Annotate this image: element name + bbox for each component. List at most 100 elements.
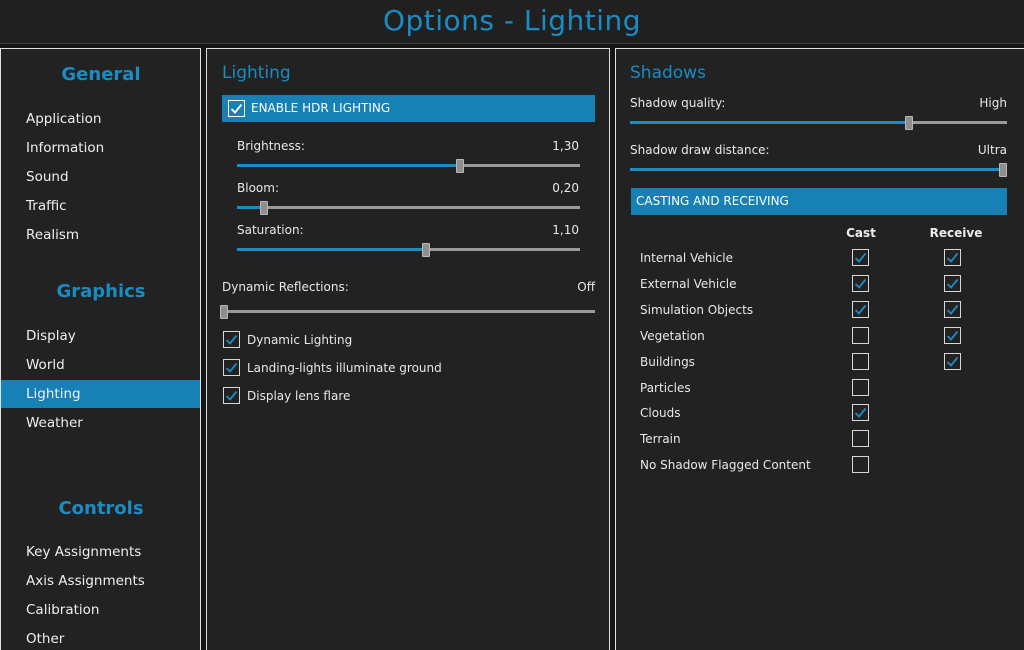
sidebar-item-sound[interactable]: Sound — [1, 163, 200, 191]
lens-flare-label: Display lens flare — [247, 389, 351, 403]
check-icon — [946, 330, 959, 341]
slider-thumb[interactable] — [455, 159, 464, 173]
saturation-slider[interactable] — [237, 242, 580, 258]
check-icon — [225, 334, 238, 345]
bloom-slider[interactable] — [237, 200, 580, 216]
nav-heading-general: General — [61, 64, 141, 85]
slider-fill — [237, 164, 460, 167]
check-icon — [854, 304, 867, 315]
hdr-bar: ENABLE HDR LIGHTING — [222, 95, 595, 122]
receive-checkbox[interactable] — [944, 326, 961, 344]
sidebar-item-world[interactable]: World — [1, 351, 200, 379]
cast-checkbox[interactable] — [852, 300, 869, 318]
landing-lights-checkbox[interactable] — [223, 359, 240, 376]
shadow-row-label: Clouds — [640, 406, 681, 421]
title-bar: Options - Lighting — [0, 0, 1024, 44]
window-title: Options - Lighting — [382, 4, 642, 37]
sidebar: General Application Information Sound Tr… — [0, 48, 201, 650]
sidebar-item-lighting[interactable]: Lighting — [1, 380, 200, 408]
sidebar-item-calibration[interactable]: Calibration — [1, 596, 200, 624]
shadow-quality-slider[interactable] — [630, 115, 1007, 131]
shadow-distance-value: Ultra — [977, 143, 1007, 157]
cast-checkbox[interactable] — [852, 456, 869, 474]
slider-fill — [630, 121, 909, 124]
lens-flare-checkbox[interactable] — [223, 387, 240, 404]
slider-thumb[interactable] — [220, 305, 228, 319]
shadow-row-label: Terrain — [640, 432, 681, 447]
check-icon — [225, 362, 238, 373]
check-icon — [946, 278, 959, 289]
reflections-slider[interactable] — [220, 304, 595, 320]
slider-track — [237, 206, 580, 209]
cast-checkbox[interactable] — [852, 249, 869, 266]
shadow-distance-slider[interactable] — [630, 162, 1007, 178]
hdr-checkbox[interactable] — [228, 100, 245, 117]
reflections-value: Off — [577, 280, 595, 294]
slider-track — [224, 310, 595, 313]
cast-checkbox[interactable] — [852, 274, 869, 292]
hdr-label: ENABLE HDR LIGHTING — [251, 101, 391, 115]
sidebar-item-key-assignments[interactable]: Key Assignments — [1, 538, 200, 566]
receive-checkbox[interactable] — [944, 300, 961, 318]
check-icon — [946, 304, 959, 315]
sidebar-item-weather[interactable]: Weather — [1, 409, 200, 437]
receive-checkbox[interactable] — [944, 352, 961, 370]
cast-checkbox[interactable] — [852, 404, 869, 422]
shadow-row-label: Internal Vehicle — [640, 251, 733, 265]
sidebar-item-information[interactable]: Information — [1, 134, 200, 162]
dynamic-lighting-label: Dynamic Lighting — [247, 333, 353, 347]
slider-fill — [237, 248, 426, 251]
dynamic-lighting-checkbox[interactable] — [223, 331, 240, 348]
sidebar-item-traffic[interactable]: Traffic — [1, 192, 200, 220]
bloom-value: 0,20 — [552, 181, 579, 195]
shadow-quality-label: Shadow quality: — [630, 96, 726, 110]
shadow-row-label: Vegetation — [640, 328, 705, 343]
slider-thumb[interactable] — [260, 201, 269, 215]
slider-thumb[interactable] — [421, 243, 430, 257]
slider-thumb[interactable] — [999, 163, 1007, 177]
brightness-slider[interactable] — [237, 158, 580, 174]
cast-checkbox[interactable] — [852, 378, 869, 396]
sidebar-item-other[interactable]: Other — [1, 625, 200, 650]
shadows-panel: Shadows Shadow quality: High Shadow draw… — [615, 48, 1024, 650]
brightness-value: 1,30 — [552, 139, 579, 153]
sidebar-item-axis-assignments[interactable]: Axis Assignments — [1, 567, 200, 595]
check-icon — [854, 252, 867, 263]
lighting-panel: Lighting ENABLE HDR LIGHTING Brightness:… — [206, 48, 610, 650]
cast-checkbox[interactable] — [852, 352, 869, 370]
shadow-row-label: Buildings — [640, 354, 695, 369]
reflections-label: Dynamic Reflections: — [222, 280, 349, 294]
bloom-label: Bloom: — [237, 181, 279, 195]
receive-checkbox[interactable] — [944, 249, 961, 266]
check-icon — [854, 408, 867, 419]
lighting-section-title: Lighting — [222, 63, 291, 83]
landing-lights-label: Landing-lights illuminate ground — [247, 361, 442, 375]
check-icon — [946, 356, 959, 367]
shadow-row-label: No Shadow Flagged Content — [640, 458, 811, 473]
saturation-label: Saturation: — [237, 223, 304, 237]
sidebar-item-application[interactable]: Application — [1, 105, 200, 133]
receive-checkbox[interactable] — [944, 274, 961, 292]
saturation-value: 1,10 — [552, 223, 579, 237]
slider-thumb[interactable] — [904, 116, 913, 130]
cast-checkbox[interactable] — [852, 326, 869, 344]
sidebar-item-display[interactable]: Display — [1, 322, 200, 350]
check-icon — [225, 390, 238, 401]
shadow-distance-label: Shadow draw distance: — [630, 143, 770, 157]
check-icon — [946, 252, 959, 263]
sidebar-item-realism[interactable]: Realism — [1, 221, 200, 249]
receive-column-header: Receive — [929, 226, 983, 240]
brightness-label: Brightness: — [237, 139, 305, 153]
nav-heading-graphics: Graphics — [56, 281, 146, 302]
shadow-row-label: Particles — [640, 380, 691, 395]
shadows-section-title: Shadows — [630, 63, 706, 83]
check-icon — [230, 103, 243, 114]
shadow-row-label: External Vehicle — [640, 276, 737, 291]
slider-fill — [630, 168, 1003, 171]
casting-header-bar: CASTING AND RECEIVING — [631, 188, 1007, 215]
shadow-row-label: Simulation Objects — [640, 302, 754, 317]
nav-heading-controls: Controls — [58, 498, 144, 519]
cast-checkbox[interactable] — [852, 430, 869, 448]
check-icon — [854, 278, 867, 289]
shadow-quality-value: High — [979, 96, 1007, 110]
